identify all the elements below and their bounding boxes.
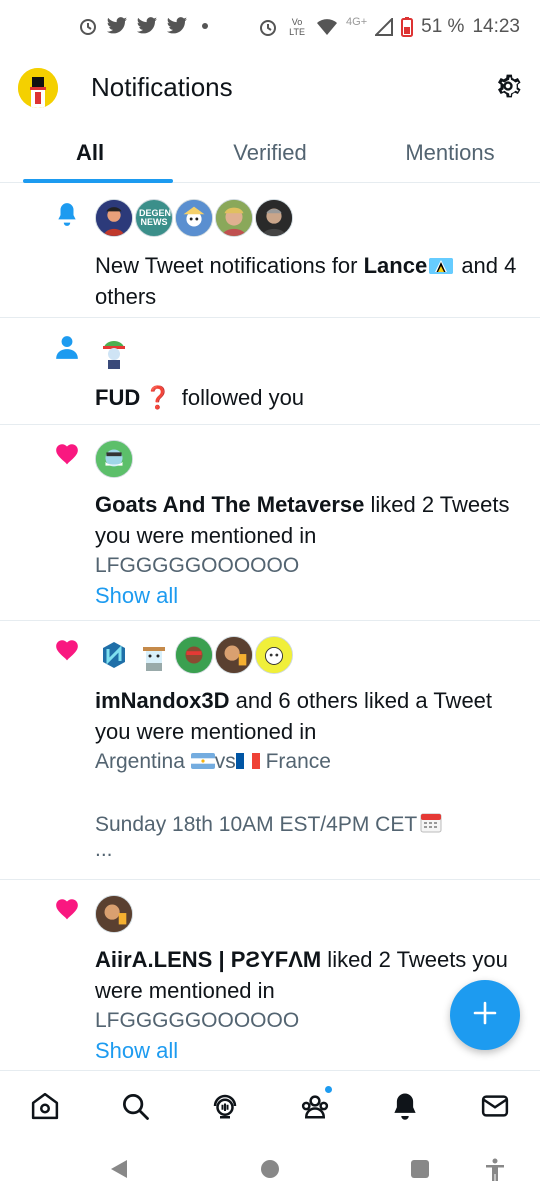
search-icon[interactable] [120, 1091, 150, 1121]
avatar-group [95, 332, 524, 372]
tweet-preview-part: Argentina [95, 750, 191, 773]
avatar[interactable] [95, 199, 133, 237]
tweet-preview-part: France [259, 750, 331, 773]
avatar-group: DEGEN NEWS [95, 198, 524, 238]
notification-prefix: New Tweet notifications for [95, 253, 364, 278]
avatar[interactable] [255, 636, 293, 674]
battery-icon [401, 17, 414, 37]
more-notifications-dot [202, 23, 208, 29]
avatar-group [95, 635, 524, 675]
tab-mentions[interactable]: Mentions [360, 122, 540, 182]
avatar[interactable] [175, 199, 213, 237]
avatar[interactable] [135, 636, 173, 674]
notification-text: FUD ❓ followed you [95, 382, 524, 413]
france-flag-icon [235, 753, 260, 769]
spaces-icon[interactable] [210, 1091, 240, 1121]
battery-percentage: 51 % [421, 16, 465, 37]
notification-item[interactable]: AiirA.LENS | PƧYFΛM liked 2 Tweets you w… [0, 880, 540, 1070]
user-name[interactable]: FUD [95, 385, 140, 410]
twitter-bird-icon [106, 16, 128, 36]
notification-item[interactable]: FUD ❓ followed you [0, 318, 540, 425]
heart-icon [54, 896, 80, 922]
tweet-preview-part: Sunday 18th 10AM EST/4PM CET [95, 813, 418, 836]
notification-item[interactable]: DEGEN NEWS New Tweet notifications for L… [0, 183, 540, 318]
avatar[interactable] [95, 895, 133, 933]
person-icon [54, 334, 80, 360]
argentina-flag-icon [190, 753, 215, 769]
tweet-preview-line: Sunday 18th 10AM EST/4PM CET [95, 810, 524, 839]
user-name[interactable]: Goats And The Metaverse [95, 492, 364, 517]
tab-verified[interactable]: Verified [180, 122, 360, 182]
avatar-label: DEGEN NEWS [139, 208, 172, 227]
user-name[interactable]: AiirA.LENS | PƧYFΛM [95, 947, 321, 972]
page-title: Notifications [91, 72, 233, 102]
communities-icon[interactable] [300, 1086, 332, 1121]
network-type-label: 4G+ [346, 16, 368, 28]
avatar[interactable] [95, 636, 133, 674]
notification-text: Goats And The Metaverse liked 2 Tweets y… [95, 489, 524, 551]
avatar[interactable] [175, 636, 213, 674]
home-circle-icon[interactable] [259, 1158, 281, 1185]
avatar[interactable] [95, 440, 133, 478]
volte-label: Vo LTE [289, 17, 305, 37]
clock: 14:23 [472, 16, 520, 37]
user-name[interactable]: imNandox3D [95, 688, 229, 713]
notification-tabs: All Verified Mentions [0, 122, 540, 183]
alarm-icon [258, 17, 278, 37]
notification-text: New Tweet notifications for Lance and 4 … [95, 250, 524, 312]
user-name[interactable]: Lance [364, 253, 428, 278]
status-left-icons [78, 16, 208, 36]
status-bar: Vo LTE 4G+ 51 % 14:23 [0, 0, 540, 56]
heart-icon [54, 441, 80, 467]
tab-all[interactable]: All [0, 122, 180, 183]
avatar[interactable] [255, 199, 293, 237]
tweet-preview-part: vs [214, 750, 236, 773]
app-header: Notifications [0, 56, 540, 122]
accessibility-icon[interactable] [484, 1158, 506, 1187]
tweet-preview-ellipsis: ... [95, 838, 113, 861]
twitter-bird-icon [136, 16, 158, 36]
avatar-group [95, 439, 524, 479]
twitter-bird-icon [166, 16, 188, 36]
messages-icon[interactable] [480, 1091, 510, 1121]
tweet-preview-text: LFGGGGGOOOOOO [95, 554, 300, 577]
avatar[interactable] [215, 636, 253, 674]
avatar-group [95, 894, 524, 934]
profile-avatar[interactable] [18, 68, 58, 108]
wifi-icon [316, 18, 338, 36]
home-icon[interactable] [30, 1091, 60, 1121]
settings-gear-icon[interactable] [492, 70, 524, 102]
bell-icon [54, 201, 80, 227]
back-icon[interactable] [108, 1158, 130, 1185]
status-right-icons: Vo LTE 4G+ 51 % 14:23 [258, 16, 520, 38]
avatar[interactable] [95, 333, 133, 371]
heart-icon [54, 637, 80, 663]
calendar-emoji-icon [419, 810, 443, 834]
system-navigation-bar [0, 1140, 540, 1200]
notification-text: imNandox3D and 6 others liked a Tweet yo… [95, 685, 524, 747]
notification-item[interactable]: Goats And The Metaverse liked 2 Tweets y… [0, 425, 540, 621]
notification-action-text: followed you [175, 385, 305, 410]
recents-icon[interactable] [409, 1158, 431, 1185]
compose-tweet-button[interactable] [450, 980, 520, 1050]
notifications-icon[interactable] [390, 1091, 420, 1121]
notification-item[interactable]: imNandox3D and 6 others liked a Tweet yo… [0, 621, 540, 880]
alarm-icon [78, 16, 98, 36]
tweet-preview-text: Argentina vs France [95, 747, 524, 776]
new-activity-dot [325, 1086, 332, 1093]
avatar[interactable] [215, 199, 253, 237]
bottom-navigation [0, 1070, 540, 1140]
show-all-link[interactable]: Show all [95, 580, 524, 611]
avatar[interactable]: DEGEN NEWS [135, 199, 173, 237]
signal-icon [375, 18, 394, 36]
saint-lucia-flag-icon [429, 258, 454, 274]
notifications-feed: DEGEN NEWS New Tweet notifications for L… [0, 183, 540, 1070]
question-mark-emoji-icon: ❓ [144, 385, 172, 410]
plus-icon [472, 1000, 498, 1031]
